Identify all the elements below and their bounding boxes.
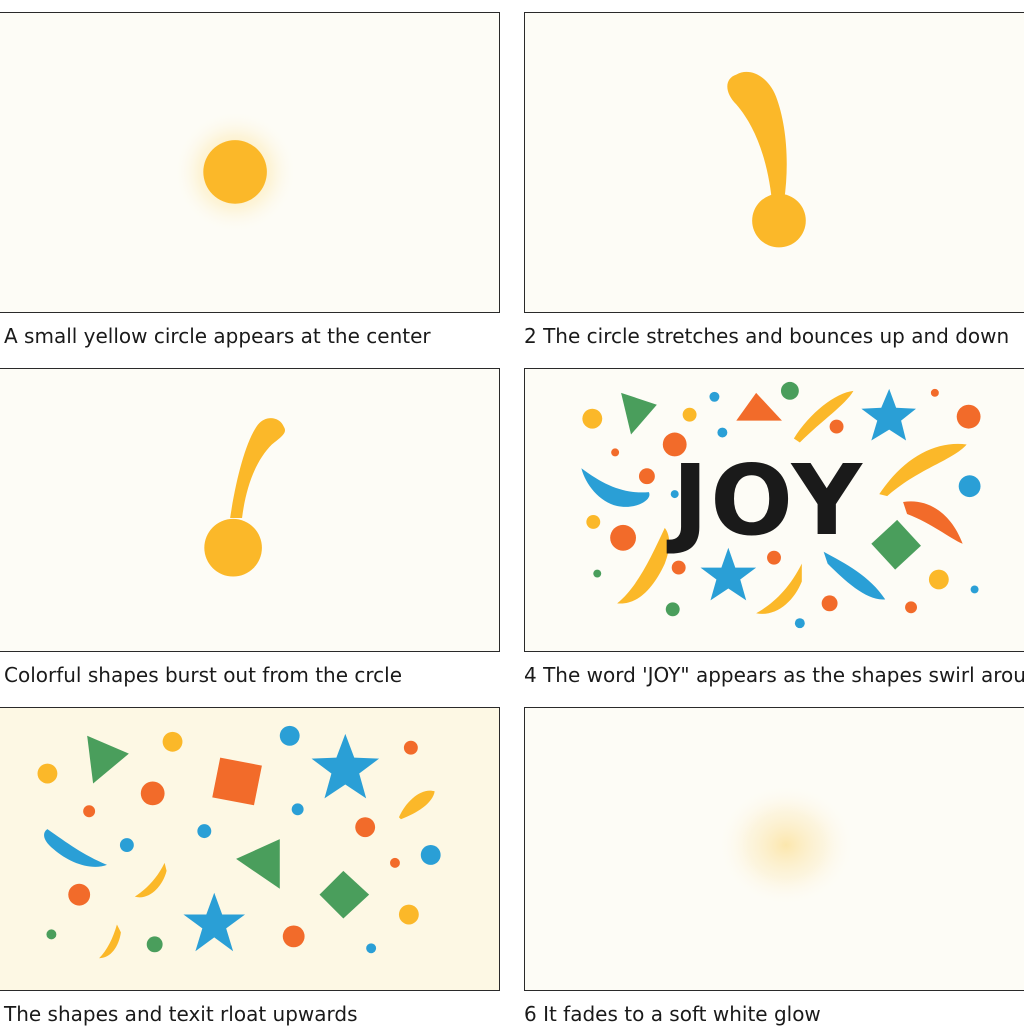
confetti-dot bbox=[593, 569, 602, 578]
storyboard-panel-3 bbox=[0, 368, 500, 652]
confetti-dot bbox=[610, 524, 636, 551]
confetti-swirl bbox=[44, 829, 108, 867]
confetti-dot bbox=[829, 419, 844, 434]
confetti-swirl bbox=[793, 390, 854, 443]
confetti-swirl bbox=[581, 468, 650, 507]
confetti-dot bbox=[905, 601, 917, 614]
confetti-dot bbox=[279, 725, 300, 746]
confetti-dot bbox=[162, 731, 183, 752]
confetti-dot bbox=[671, 560, 686, 575]
storyboard-panel-5 bbox=[0, 707, 500, 991]
confetti-swirl bbox=[398, 790, 435, 820]
confetti-dot bbox=[582, 408, 603, 429]
confetti-dot bbox=[586, 514, 601, 529]
stretched-drop bbox=[230, 418, 285, 518]
panel-6-caption: 6 It fades to a soft white glow bbox=[524, 1002, 821, 1026]
confetti-dot bbox=[709, 391, 720, 402]
confetti-dot bbox=[956, 404, 981, 429]
confetti-triangle bbox=[621, 392, 657, 435]
panel-5-caption: The shapes and texit rloat upwards bbox=[4, 1002, 358, 1026]
panel-5-illustration bbox=[37, 725, 441, 959]
confetti-dot bbox=[821, 595, 838, 612]
confetti-dot bbox=[403, 740, 418, 755]
confetti-dot bbox=[366, 943, 377, 954]
confetti-dot bbox=[291, 803, 304, 816]
panel-2-caption: 2 The circle stretches and bounces up an… bbox=[524, 324, 1010, 348]
panel-3-illustration bbox=[204, 418, 285, 577]
confetti-dot bbox=[282, 925, 305, 948]
confetti-star bbox=[861, 388, 916, 441]
panel-2-illustration bbox=[727, 71, 806, 248]
panel-4-illustration: JOY bbox=[581, 381, 981, 629]
confetti-dot bbox=[398, 904, 419, 925]
yellow-circle bbox=[204, 518, 262, 577]
confetti-dot bbox=[46, 929, 57, 940]
confetti-dot bbox=[958, 475, 981, 498]
panel-1-caption: A small yellow circle appears at the cen… bbox=[4, 324, 431, 348]
yellow-circle bbox=[203, 140, 267, 204]
confetti-dot bbox=[390, 857, 400, 868]
confetti-square bbox=[319, 870, 370, 919]
confetti-dot bbox=[37, 763, 58, 784]
confetti-dot bbox=[930, 388, 939, 397]
confetti-square bbox=[212, 757, 262, 806]
confetti-dot bbox=[682, 407, 697, 422]
confetti-dot bbox=[794, 618, 805, 629]
confetti-dot bbox=[611, 448, 620, 457]
confetti-dot bbox=[420, 845, 441, 865]
confetti-dot bbox=[355, 817, 376, 838]
confetti-dot bbox=[780, 381, 799, 400]
storyboard-panel-6 bbox=[524, 707, 1024, 991]
confetti-dot bbox=[717, 427, 728, 438]
confetti-swirl bbox=[823, 551, 886, 600]
confetti-dot bbox=[146, 936, 163, 953]
confetti-triangle bbox=[236, 839, 280, 889]
confetti-swirl bbox=[879, 443, 967, 497]
panel-6-illustration bbox=[716, 783, 856, 907]
confetti-dot bbox=[83, 805, 96, 818]
confetti-dot bbox=[140, 781, 165, 806]
soft-white-glow bbox=[716, 783, 856, 907]
confetti-swirl bbox=[99, 924, 121, 959]
confetti-dot bbox=[665, 602, 680, 617]
panel-1-illustration bbox=[173, 110, 297, 234]
joy-word: JOY bbox=[666, 444, 864, 557]
confetti-swirl bbox=[134, 862, 167, 898]
confetti-triangle bbox=[87, 735, 129, 784]
confetti-dot bbox=[197, 824, 212, 839]
confetti-star bbox=[183, 892, 246, 952]
panel-3-caption: Colorful shapes burst out from the crcle bbox=[4, 663, 403, 687]
confetti-star bbox=[311, 733, 380, 799]
confetti-dot bbox=[68, 883, 91, 906]
storyboard-panel-2 bbox=[524, 12, 1024, 313]
panel-4-caption: 4 The word 'JOY" appears as the shapes s… bbox=[524, 663, 1024, 687]
confetti-dot bbox=[928, 569, 949, 590]
yellow-circle bbox=[752, 193, 806, 248]
confetti-square bbox=[871, 519, 921, 570]
storyboard-panel-1 bbox=[0, 12, 500, 313]
confetti-dot bbox=[638, 468, 655, 485]
confetti-dot bbox=[970, 585, 979, 594]
confetti-triangle bbox=[736, 392, 782, 421]
stretched-drop bbox=[727, 71, 787, 202]
storyboard-panel-4: JOY bbox=[524, 368, 1024, 652]
confetti-swirl bbox=[756, 563, 802, 614]
confetti-dot bbox=[119, 838, 134, 852]
